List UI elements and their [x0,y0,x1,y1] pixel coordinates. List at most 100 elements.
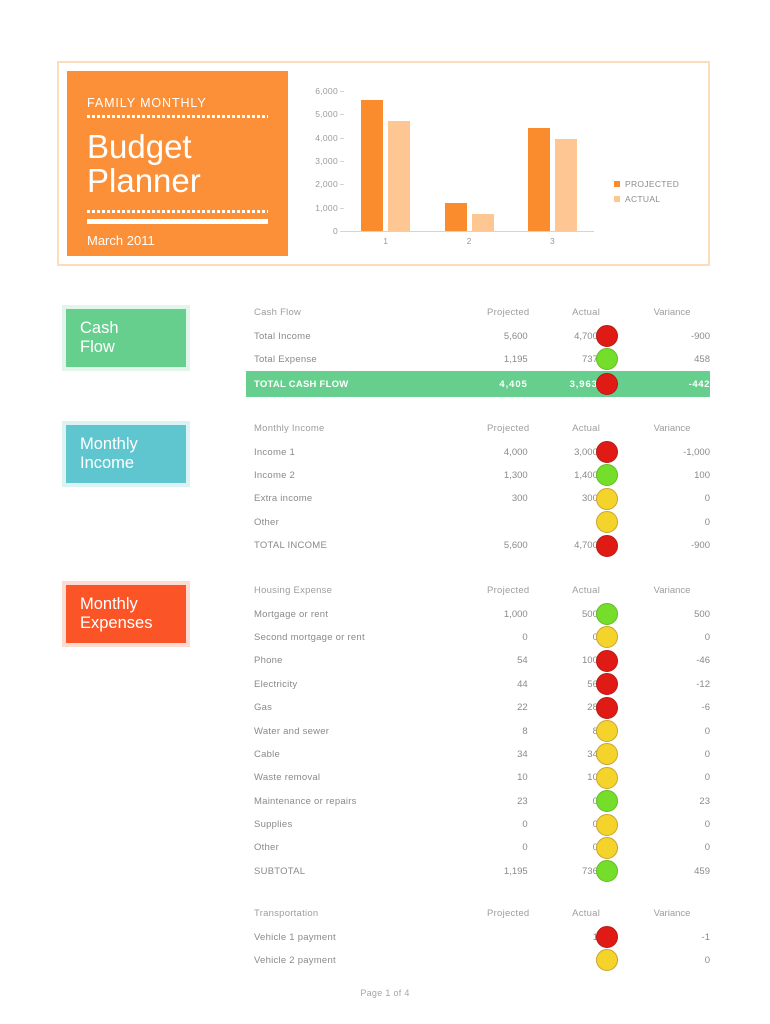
row-label: TOTAL INCOME [254,540,328,552]
row-projected-value: 1,195 [503,353,528,365]
chart-bar-group: 2 [444,91,494,246]
chart-bar-projected [527,128,550,231]
row-actual-value: 100 [582,655,598,667]
column-header-variance: Variance [653,585,691,597]
row-projected-value: 10 [517,772,528,784]
row-actual-value: 3,000 [574,446,598,458]
row-actual-value: 56 [587,678,598,690]
row-variance-value: -1 [701,931,710,943]
status-green-icon [595,790,618,813]
column-header-variance: Variance [653,423,691,435]
section-chip-label: Monthly Income [80,435,138,472]
row-variance-value: 0 [704,725,710,737]
table-total-row: TOTAL CASH FLOW 4,405 3,963 -442 [246,371,710,398]
page-number-label: Page 1 of 4 [360,988,410,998]
row-actual-value: 300 [582,493,598,505]
row-variance-value: -1,000 [683,446,710,458]
legend-swatch-icon [614,196,620,202]
row-label: SUBTOTAL [254,865,306,877]
row-variance-value: 0 [704,493,710,505]
section-chip-label: Cash Flow [80,319,119,356]
status-yellow-icon [595,766,618,789]
chart-y-tick-mark [340,137,344,139]
column-header-actual: Actual [572,585,601,597]
row-label: Gas [254,702,273,714]
table-row: Maintenance or repairs23023 [246,790,710,813]
kicker-text: FAMILY MONTHLY [87,96,207,110]
section-chip-monthly-income: Monthly Income [62,421,190,487]
row-label: Second mortgage or rent [254,631,365,643]
table-header-row: Monthly Income Projected Actual Variance [246,417,710,440]
row-actual-value: 736 [582,865,598,877]
row-label: TOTAL CASH FLOW [254,378,349,390]
title-block: FAMILY MONTHLY Budget Planner March 2011 [67,71,288,256]
status-red-icon [595,673,618,696]
table-row: Cable 34 34 0 [246,743,710,766]
row-projected-value: 44 [517,678,528,690]
row-variance-value: -442 [688,378,710,390]
row-projected-value: 34 [517,748,528,760]
row-variance-value: -6 [701,702,710,714]
table-row: Other000 [246,836,710,859]
status-yellow-icon [595,949,618,972]
status-green-icon [595,603,618,626]
row-projected-value: 22 [517,702,528,714]
chart-legend-item: PROJECTED [614,179,679,189]
row-variance-value: 0 [704,748,710,760]
chart-x-tick-label: 1 [383,236,389,246]
dotted-rule-top [87,115,268,118]
row-label: Water and sewer [254,725,330,737]
status-yellow-icon [595,626,618,649]
table-row: TOTAL INCOME 5,600 4,700 -900 [246,534,710,557]
row-actual-value: 0 [528,842,598,853]
row-label: Other [254,842,280,854]
status-yellow-icon [595,511,618,534]
chart-y-tick-mark [340,91,344,92]
column-header-projected: Projected [487,307,530,319]
table-row: Mortgage or rent 1,000 500 500 [246,602,710,626]
row-label: Maintenance or repairs [254,795,357,807]
row-label: Vehicle 2 payment [254,954,336,966]
table-row: Electricity 44 56 -12 [246,673,710,696]
legend-swatch-icon [614,181,620,187]
status-red-icon [595,441,618,464]
table-row: Waste removal 10 10 0 [246,766,710,789]
chart-bar-group: 1 [361,91,411,246]
row-variance-value: 23 [699,795,710,807]
row-actual-value: 28 [587,702,598,714]
status-yellow-icon [595,836,618,859]
table-row: Phone 54 100 -46 [246,649,710,672]
row-label: Income 2 [254,469,296,481]
row-projected-value: 0 [522,819,528,831]
row-label: Cable [254,748,281,760]
title-line-2: Planner [87,162,201,199]
row-projected-value: 1,000 [503,608,528,620]
status-red-icon [595,534,618,557]
chart-bar-actual [388,121,411,231]
table-header-row: Cash Flow Projected Actual Variance [246,301,710,324]
row-actual-value: 0 [528,632,598,643]
chart-bar-projected [361,100,384,231]
row-variance-value: 0 [704,819,710,831]
row-label: Other [254,516,280,528]
row-actual-value: 1 [528,932,598,943]
row-projected-value: 0 [522,842,528,854]
table-row: Total Expense 1,195 737 458 [246,348,710,371]
row-label: Electricity [254,678,298,690]
row-projected-value: 8 [522,725,528,737]
row-actual-value: 34 [587,748,598,760]
row-projected-value: 4,405 [499,378,528,390]
status-green-icon [595,860,618,883]
table-row: Supplies000 [246,813,710,836]
table-row: Income 2 1,300 1,400 100 [246,464,710,487]
table-monthly-income: Monthly Income Projected Actual Variance Inc… [246,417,710,557]
column-header-actual: Actual [572,908,601,920]
row-actual-value: 3,963 [569,378,598,390]
row-variance-value: 458 [694,353,710,365]
row-projected-value: 5,600 [503,330,528,342]
chart-y-tick-mark [340,184,344,186]
row-label: Phone [254,655,283,667]
row-actual-value: 500 [582,608,598,620]
status-green-icon [595,348,618,371]
chart-legend: PROJECTED ACTUAL [614,179,679,209]
